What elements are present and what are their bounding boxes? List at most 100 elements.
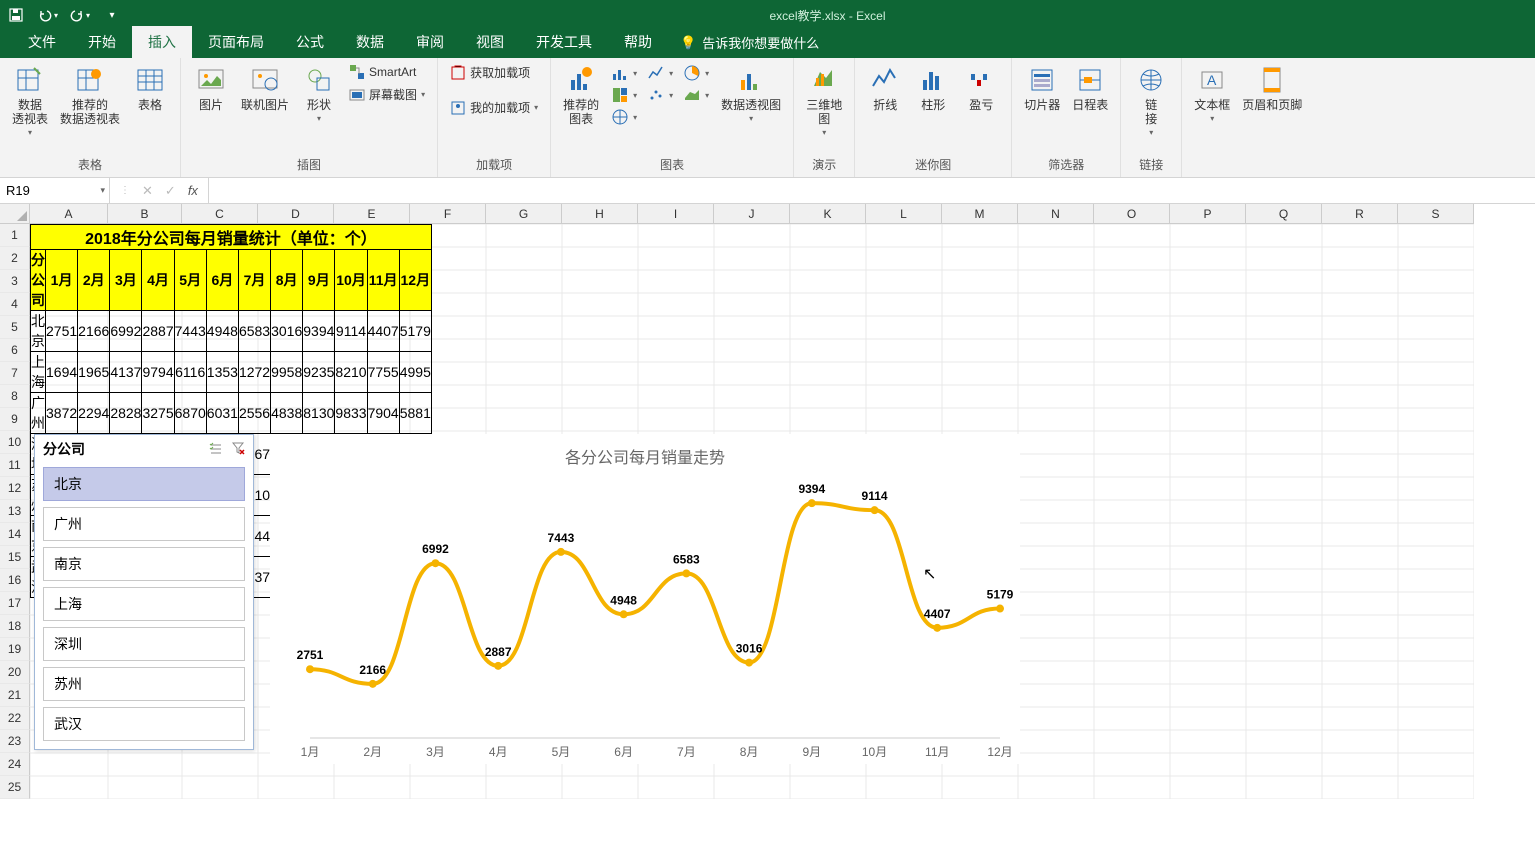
- chart-scatter-button[interactable]: ▾: [643, 84, 677, 106]
- row-header-20[interactable]: 20: [0, 661, 30, 684]
- column-header-H[interactable]: H: [562, 204, 638, 224]
- row-header-17[interactable]: 17: [0, 592, 30, 615]
- tab-home[interactable]: 开始: [72, 26, 132, 58]
- column-header-S[interactable]: S: [1398, 204, 1474, 224]
- sparkline-line-button[interactable]: 折线: [863, 62, 907, 114]
- fx-icon[interactable]: fx: [188, 183, 198, 198]
- namebox-more-icon[interactable]: ⋮: [120, 185, 130, 196]
- tab-data[interactable]: 数据: [340, 26, 400, 58]
- tab-file[interactable]: 文件: [12, 26, 72, 58]
- chart-column-button[interactable]: ▾: [607, 62, 641, 84]
- row-header-18[interactable]: 18: [0, 615, 30, 638]
- slicer-button[interactable]: 切片器: [1020, 62, 1064, 114]
- row-header-4[interactable]: 4: [0, 293, 30, 316]
- row-header-13[interactable]: 13: [0, 500, 30, 523]
- cancel-formula-icon[interactable]: ✕: [142, 183, 153, 199]
- column-header-E[interactable]: E: [334, 204, 410, 224]
- shapes-button[interactable]: 形状▾: [297, 62, 341, 125]
- column-header-C[interactable]: C: [182, 204, 258, 224]
- pivot-chart-button[interactable]: 数据透视图▾: [717, 62, 785, 125]
- link-button[interactable]: 链 接▾: [1129, 62, 1173, 139]
- row-header-6[interactable]: 6: [0, 339, 30, 362]
- chart-treemap-button[interactable]: ▾: [607, 84, 641, 106]
- column-header-R[interactable]: R: [1322, 204, 1398, 224]
- select-all-corner[interactable]: [0, 204, 30, 224]
- chart-line-button[interactable]: ▾: [643, 62, 677, 84]
- tab-help[interactable]: 帮助: [608, 26, 668, 58]
- column-header-O[interactable]: O: [1094, 204, 1170, 224]
- row-header-14[interactable]: 14: [0, 523, 30, 546]
- slicer-item[interactable]: 北京: [43, 467, 245, 501]
- header-footer-button[interactable]: 页眉和页脚: [1238, 62, 1306, 114]
- pivot-table-button[interactable]: 数据 透视表▾: [8, 62, 52, 139]
- formula-input[interactable]: [209, 178, 1535, 203]
- chart[interactable]: 各分公司每月销量走势 27512166699228877443494865833…: [270, 434, 1020, 764]
- column-header-K[interactable]: K: [790, 204, 866, 224]
- row-header-8[interactable]: 8: [0, 385, 30, 408]
- column-header-L[interactable]: L: [866, 204, 942, 224]
- worksheet-grid[interactable]: ABCDEFGHIJKLMNOPQRS 12345678910111213141…: [0, 204, 1535, 863]
- column-header-I[interactable]: I: [638, 204, 714, 224]
- column-header-J[interactable]: J: [714, 204, 790, 224]
- recommended-pivot-button[interactable]: 推荐的 数据透视表: [56, 62, 124, 128]
- timeline-button[interactable]: 日程表: [1068, 62, 1112, 114]
- undo-icon[interactable]: ▾: [36, 3, 60, 27]
- my-addins-button[interactable]: 我的加载项▾: [446, 97, 542, 118]
- slicer-multiselect-icon[interactable]: [209, 441, 223, 458]
- enter-formula-icon[interactable]: ✓: [165, 183, 176, 199]
- column-header-Q[interactable]: Q: [1246, 204, 1322, 224]
- get-addins-button[interactable]: 获取加载项: [446, 62, 542, 83]
- row-header-19[interactable]: 19: [0, 638, 30, 661]
- slicer-item[interactable]: 南京: [43, 547, 245, 581]
- row-header-16[interactable]: 16: [0, 569, 30, 592]
- textbox-button[interactable]: A文本框▾: [1190, 62, 1234, 125]
- screenshot-button[interactable]: 屏幕截图▾: [345, 84, 429, 105]
- row-header-1[interactable]: 1: [0, 224, 30, 247]
- column-header-P[interactable]: P: [1170, 204, 1246, 224]
- slicer-item[interactable]: 深圳: [43, 627, 245, 661]
- recommended-charts-button[interactable]: 推荐的 图表: [559, 62, 603, 128]
- redo-icon[interactable]: ▾: [68, 3, 92, 27]
- save-icon[interactable]: [4, 3, 28, 27]
- row-header-21[interactable]: 21: [0, 684, 30, 707]
- row-header-11[interactable]: 11: [0, 454, 30, 477]
- row-header-10[interactable]: 10: [0, 431, 30, 454]
- slicer-item[interactable]: 武汉: [43, 707, 245, 741]
- row-header-3[interactable]: 3: [0, 270, 30, 293]
- table-button[interactable]: 表格: [128, 62, 172, 114]
- slicer-panel[interactable]: 分公司 北京广州南京上海深圳苏州武汉: [34, 434, 254, 750]
- chart-pie-button[interactable]: ▾: [679, 62, 713, 84]
- pictures-button[interactable]: 图片: [189, 62, 233, 114]
- row-header-25[interactable]: 25: [0, 776, 30, 799]
- column-header-N[interactable]: N: [1018, 204, 1094, 224]
- online-pictures-button[interactable]: 联机图片: [237, 62, 293, 114]
- tell-me-search[interactable]: 💡 告诉我你想要做什么: [668, 27, 831, 58]
- sparkline-column-button[interactable]: 柱形: [911, 62, 955, 114]
- smartart-button[interactable]: SmartArt: [345, 62, 429, 82]
- row-header-12[interactable]: 12: [0, 477, 30, 500]
- chart-map-button[interactable]: ▾: [607, 106, 641, 128]
- slicer-item[interactable]: 上海: [43, 587, 245, 621]
- row-header-5[interactable]: 5: [0, 316, 30, 339]
- name-box[interactable]: R19▾: [0, 178, 110, 203]
- tab-pagelayout[interactable]: 页面布局: [192, 26, 280, 58]
- row-header-24[interactable]: 24: [0, 753, 30, 776]
- row-header-22[interactable]: 22: [0, 707, 30, 730]
- slicer-item[interactable]: 苏州: [43, 667, 245, 701]
- sparkline-winloss-button[interactable]: 盈亏: [959, 62, 1003, 114]
- column-header-M[interactable]: M: [942, 204, 1018, 224]
- row-header-2[interactable]: 2: [0, 247, 30, 270]
- tab-developer[interactable]: 开发工具: [520, 26, 608, 58]
- tab-view[interactable]: 视图: [460, 26, 520, 58]
- tab-review[interactable]: 审阅: [400, 26, 460, 58]
- tab-insert[interactable]: 插入: [132, 26, 192, 58]
- tab-formulas[interactable]: 公式: [280, 26, 340, 58]
- row-header-9[interactable]: 9: [0, 408, 30, 431]
- row-header-7[interactable]: 7: [0, 362, 30, 385]
- column-header-A[interactable]: A: [30, 204, 108, 224]
- row-header-15[interactable]: 15: [0, 546, 30, 569]
- column-header-D[interactable]: D: [258, 204, 334, 224]
- column-header-G[interactable]: G: [486, 204, 562, 224]
- slicer-clear-filter-icon[interactable]: [231, 441, 245, 458]
- slicer-item[interactable]: 广州: [43, 507, 245, 541]
